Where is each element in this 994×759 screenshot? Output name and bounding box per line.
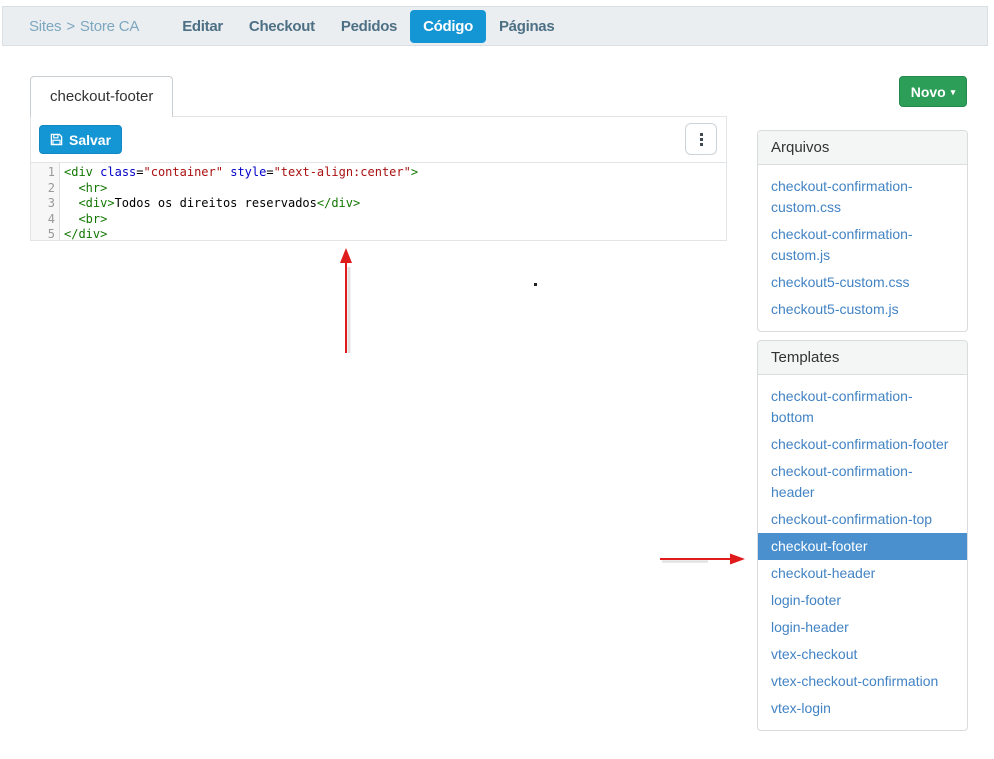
code-editor[interactable]: 12345 <div class="container" style="text… — [30, 162, 727, 241]
annotation-arrow-right-icon — [658, 549, 746, 574]
code-line[interactable]: </div> — [64, 227, 418, 240]
nav-item-pedidos[interactable]: Pedidos — [328, 10, 410, 43]
template-link-login-header[interactable]: login-header — [758, 614, 967, 641]
code-line[interactable]: <div class="container" style="text-align… — [64, 165, 418, 181]
template-link-vtex-login[interactable]: vtex-login — [758, 695, 967, 722]
file-link-checkout-confirmation-custom.js[interactable]: checkout-confirmation-custom.js — [758, 221, 967, 269]
files-panel-title: Arquivos — [758, 131, 967, 165]
line-number: 3 — [31, 196, 55, 212]
template-link-checkout-header[interactable]: checkout-header — [758, 560, 967, 587]
line-number: 5 — [31, 227, 55, 243]
stray-dot — [534, 283, 537, 286]
code-editor-gutter: 12345 — [31, 163, 60, 240]
files-panel: Arquivos checkout-confirmation-custom.cs… — [757, 130, 968, 332]
vtex-cms-code-page: { "navbar": { "breadcrumb": { "sites": "… — [0, 0, 994, 759]
line-number: 1 — [31, 165, 55, 181]
files-list: checkout-confirmation-custom.csscheckout… — [758, 165, 967, 331]
code-line[interactable]: <br> — [64, 212, 418, 228]
template-link-checkout-confirmation-footer[interactable]: checkout-confirmation-footer — [758, 431, 967, 458]
file-link-checkout5-custom.css[interactable]: checkout5-custom.css — [758, 269, 967, 296]
line-number: 4 — [31, 212, 55, 228]
template-link-checkout-confirmation-bottom[interactable]: checkout-confirmation-bottom — [758, 383, 967, 431]
line-number: 2 — [31, 181, 55, 197]
template-link-login-footer[interactable]: login-footer — [758, 587, 967, 614]
breadcrumb-store-link[interactable]: Store CA — [80, 18, 139, 35]
templates-list: checkout-confirmation-bottomcheckout-con… — [758, 375, 967, 730]
code-line[interactable]: <div>Todos os direitos reservados</div> — [64, 196, 418, 212]
code-editor-content[interactable]: <div class="container" style="text-align… — [60, 163, 418, 240]
nav-item-editar[interactable]: Editar — [169, 10, 236, 43]
navbar-items: EditarCheckoutPedidosCódigoPáginas — [169, 10, 567, 43]
template-link-vtex-checkout-confirmation[interactable]: vtex-checkout-confirmation — [758, 668, 967, 695]
editor-tab-checkout-footer[interactable]: checkout-footer — [30, 76, 173, 117]
top-navbar: Sites > Store CA EditarCheckoutPedidosCódi… — [2, 6, 988, 46]
code-line[interactable]: <hr> — [64, 181, 418, 197]
breadcrumb: Sites > Store CA — [29, 18, 139, 35]
nav-item-paginas[interactable]: Páginas — [486, 10, 567, 43]
nav-item-checkout[interactable]: Checkout — [236, 10, 328, 43]
template-link-checkout-footer[interactable]: checkout-footer — [758, 533, 967, 560]
templates-panel-title: Templates — [758, 341, 967, 375]
chevron-down-icon: ▾ — [951, 87, 956, 98]
kebab-vertical-icon — [700, 133, 703, 146]
file-link-checkout5-custom.js[interactable]: checkout5-custom.js — [758, 296, 967, 323]
editor-toolbar: Salvar — [30, 116, 727, 163]
file-link-checkout-confirmation-custom.css[interactable]: checkout-confirmation-custom.css — [758, 173, 967, 221]
save-button-label: Salvar — [69, 132, 111, 148]
breadcrumb-separator: > — [66, 18, 75, 35]
new-button[interactable]: Novo ▾ — [899, 76, 967, 107]
save-button[interactable]: Salvar — [39, 125, 122, 154]
new-button-label: Novo — [911, 84, 946, 100]
nav-item-codigo[interactable]: Código — [410, 10, 486, 43]
floppy-disk-icon — [50, 133, 63, 146]
template-link-checkout-confirmation-header[interactable]: checkout-confirmation-header — [758, 458, 967, 506]
editor-options-button[interactable] — [685, 123, 717, 155]
breadcrumb-sites-link[interactable]: Sites — [29, 18, 61, 35]
templates-panel: Templates checkout-confirmation-bottomch… — [757, 340, 968, 731]
template-link-checkout-confirmation-top[interactable]: checkout-confirmation-top — [758, 506, 967, 533]
annotation-arrow-up-icon — [335, 247, 359, 364]
template-link-vtex-checkout[interactable]: vtex-checkout — [758, 641, 967, 668]
editor-tab-label: checkout-footer — [50, 88, 153, 105]
